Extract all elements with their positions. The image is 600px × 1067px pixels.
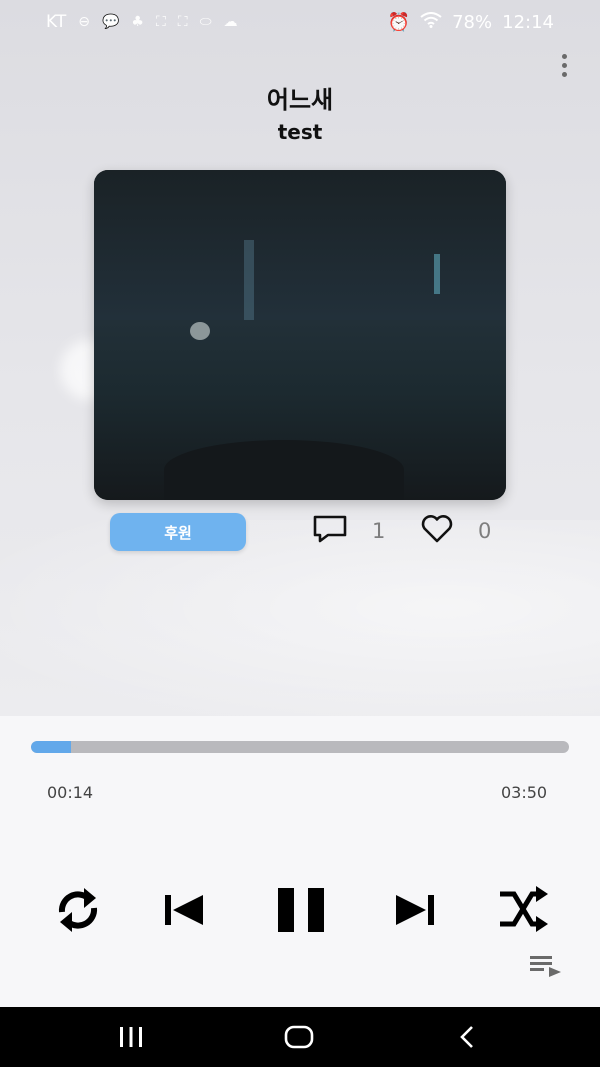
album-art-detail [190,322,210,340]
screenshot-icon: ⛶ [155,14,166,30]
repeat-icon [58,888,98,932]
support-button[interactable]: 후원 [110,513,246,551]
pill-icon: ⬭ [199,14,212,30]
back-icon [460,1026,473,1048]
repeat-button[interactable] [50,882,106,938]
like-button[interactable]: 0 [420,514,491,548]
skip-next-icon [396,895,434,925]
carrier-label: KT [46,12,67,32]
minus-circle-icon: ⊖ [78,14,90,30]
comment-icon [312,514,348,548]
skip-previous-icon [165,895,203,925]
recent-apps-button[interactable] [91,1007,171,1067]
album-art-detail [244,240,254,320]
pause-icon [278,888,324,932]
kakaotalk-icon: 💬 [101,14,120,30]
heart-icon [420,514,454,548]
comment-count: 1 [372,519,386,543]
recent-apps-icon [120,1027,142,1047]
album-art-detail [434,254,440,294]
screenshot-icon: ⛶ [177,14,188,30]
progress-fill [31,741,72,753]
cloud-icon: ☁ [223,14,238,30]
background-blur [0,520,600,716]
song-title: 어느새 [266,86,334,114]
previous-button[interactable] [163,892,205,928]
app-icon: ♣ [131,14,144,30]
battery-label: 78% [452,11,493,33]
wifi-icon [420,11,442,33]
album-art-upper [94,170,506,320]
alarm-icon: ⏰ [387,11,411,33]
comment-button[interactable]: 1 [312,514,385,548]
album-art-detail [164,440,404,500]
shuffle-icon [500,886,548,932]
queue-button[interactable] [529,954,563,978]
artist-name: test [277,120,323,144]
current-time: 00:14 [47,783,94,802]
status-left: KT ⊖ 💬 ♣ ⛶ ⛶ ⬭ ☁ [46,12,238,32]
total-time: 03:50 [501,783,548,802]
next-button[interactable] [394,892,436,928]
progress-bar[interactable] [31,741,569,753]
clock: 12:14 [502,11,554,33]
status-bar: KT ⊖ 💬 ♣ ⛶ ⛶ ⬭ ☁ ⏰ 78% 12:14 [0,0,600,44]
pause-button[interactable] [276,886,326,934]
more-options-icon[interactable] [556,52,572,78]
home-button[interactable] [259,1007,339,1067]
like-count: 0 [478,519,492,543]
queue-icon [530,956,561,977]
system-nav-bar [0,1007,600,1067]
back-button[interactable] [427,1007,507,1067]
home-icon [284,1025,314,1049]
status-right: ⏰ 78% 12:14 [388,12,554,33]
shuffle-button[interactable] [496,886,550,934]
album-art [94,170,506,500]
